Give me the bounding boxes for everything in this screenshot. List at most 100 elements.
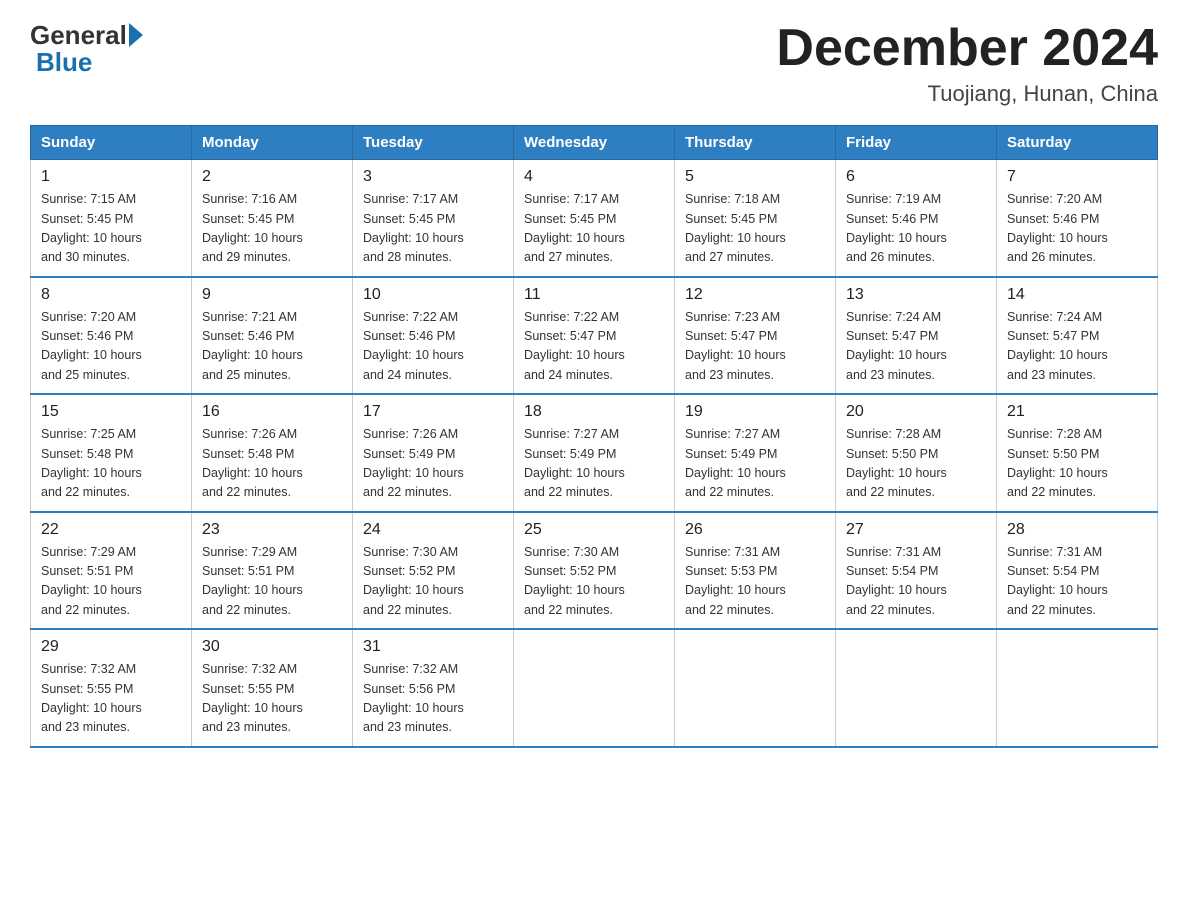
day-info: Sunrise: 7:30 AM Sunset: 5:52 PM Dayligh… [524, 543, 664, 621]
week-row-4: 22 Sunrise: 7:29 AM Sunset: 5:51 PM Dayl… [31, 512, 1158, 630]
day-info: Sunrise: 7:17 AM Sunset: 5:45 PM Dayligh… [363, 190, 503, 268]
day-number: 25 [524, 521, 664, 539]
day-info: Sunrise: 7:21 AM Sunset: 5:46 PM Dayligh… [202, 308, 342, 386]
day-number: 5 [685, 168, 825, 186]
calendar-cell: 22 Sunrise: 7:29 AM Sunset: 5:51 PM Dayl… [31, 512, 192, 630]
day-info: Sunrise: 7:26 AM Sunset: 5:48 PM Dayligh… [202, 425, 342, 503]
calendar-cell: 27 Sunrise: 7:31 AM Sunset: 5:54 PM Dayl… [836, 512, 997, 630]
day-header-thursday: Thursday [675, 126, 836, 160]
calendar-cell: 28 Sunrise: 7:31 AM Sunset: 5:54 PM Dayl… [997, 512, 1158, 630]
day-info: Sunrise: 7:24 AM Sunset: 5:47 PM Dayligh… [846, 308, 986, 386]
calendar-cell: 9 Sunrise: 7:21 AM Sunset: 5:46 PM Dayli… [192, 277, 353, 395]
day-header-friday: Friday [836, 126, 997, 160]
week-row-3: 15 Sunrise: 7:25 AM Sunset: 5:48 PM Dayl… [31, 394, 1158, 512]
day-number: 7 [1007, 168, 1147, 186]
day-info: Sunrise: 7:30 AM Sunset: 5:52 PM Dayligh… [363, 543, 503, 621]
title-section: December 2024 Tuojiang, Hunan, China [776, 20, 1158, 107]
day-number: 29 [41, 638, 181, 656]
day-number: 10 [363, 286, 503, 304]
week-row-5: 29 Sunrise: 7:32 AM Sunset: 5:55 PM Dayl… [31, 629, 1158, 747]
day-number: 12 [685, 286, 825, 304]
day-info: Sunrise: 7:18 AM Sunset: 5:45 PM Dayligh… [685, 190, 825, 268]
day-number: 18 [524, 403, 664, 421]
calendar-cell: 7 Sunrise: 7:20 AM Sunset: 5:46 PM Dayli… [997, 160, 1158, 277]
location-title: Tuojiang, Hunan, China [776, 81, 1158, 107]
day-info: Sunrise: 7:31 AM Sunset: 5:54 PM Dayligh… [846, 543, 986, 621]
day-number: 1 [41, 168, 181, 186]
calendar-cell: 17 Sunrise: 7:26 AM Sunset: 5:49 PM Dayl… [353, 394, 514, 512]
day-header-tuesday: Tuesday [353, 126, 514, 160]
day-info: Sunrise: 7:32 AM Sunset: 5:55 PM Dayligh… [41, 660, 181, 738]
day-info: Sunrise: 7:22 AM Sunset: 5:47 PM Dayligh… [524, 308, 664, 386]
day-info: Sunrise: 7:28 AM Sunset: 5:50 PM Dayligh… [846, 425, 986, 503]
day-info: Sunrise: 7:32 AM Sunset: 5:55 PM Dayligh… [202, 660, 342, 738]
calendar-cell: 29 Sunrise: 7:32 AM Sunset: 5:55 PM Dayl… [31, 629, 192, 747]
calendar-cell: 11 Sunrise: 7:22 AM Sunset: 5:47 PM Dayl… [514, 277, 675, 395]
day-info: Sunrise: 7:32 AM Sunset: 5:56 PM Dayligh… [363, 660, 503, 738]
days-header-row: SundayMondayTuesdayWednesdayThursdayFrid… [31, 126, 1158, 160]
day-number: 13 [846, 286, 986, 304]
calendar-cell: 31 Sunrise: 7:32 AM Sunset: 5:56 PM Dayl… [353, 629, 514, 747]
calendar-cell: 15 Sunrise: 7:25 AM Sunset: 5:48 PM Dayl… [31, 394, 192, 512]
day-info: Sunrise: 7:20 AM Sunset: 5:46 PM Dayligh… [41, 308, 181, 386]
day-number: 15 [41, 403, 181, 421]
day-header-wednesday: Wednesday [514, 126, 675, 160]
day-info: Sunrise: 7:27 AM Sunset: 5:49 PM Dayligh… [524, 425, 664, 503]
month-title: December 2024 [776, 20, 1158, 77]
day-number: 16 [202, 403, 342, 421]
day-number: 28 [1007, 521, 1147, 539]
day-info: Sunrise: 7:26 AM Sunset: 5:49 PM Dayligh… [363, 425, 503, 503]
day-number: 27 [846, 521, 986, 539]
day-number: 24 [363, 521, 503, 539]
day-number: 2 [202, 168, 342, 186]
day-info: Sunrise: 7:19 AM Sunset: 5:46 PM Dayligh… [846, 190, 986, 268]
calendar-cell: 30 Sunrise: 7:32 AM Sunset: 5:55 PM Dayl… [192, 629, 353, 747]
day-number: 31 [363, 638, 503, 656]
calendar-cell [836, 629, 997, 747]
calendar-cell: 14 Sunrise: 7:24 AM Sunset: 5:47 PM Dayl… [997, 277, 1158, 395]
day-number: 23 [202, 521, 342, 539]
day-info: Sunrise: 7:25 AM Sunset: 5:48 PM Dayligh… [41, 425, 181, 503]
calendar-cell: 16 Sunrise: 7:26 AM Sunset: 5:48 PM Dayl… [192, 394, 353, 512]
day-number: 19 [685, 403, 825, 421]
calendar-cell: 6 Sunrise: 7:19 AM Sunset: 5:46 PM Dayli… [836, 160, 997, 277]
calendar-cell [514, 629, 675, 747]
day-number: 11 [524, 286, 664, 304]
calendar-cell: 2 Sunrise: 7:16 AM Sunset: 5:45 PM Dayli… [192, 160, 353, 277]
calendar-cell: 12 Sunrise: 7:23 AM Sunset: 5:47 PM Dayl… [675, 277, 836, 395]
day-number: 21 [1007, 403, 1147, 421]
calendar-cell: 8 Sunrise: 7:20 AM Sunset: 5:46 PM Dayli… [31, 277, 192, 395]
calendar-cell: 5 Sunrise: 7:18 AM Sunset: 5:45 PM Dayli… [675, 160, 836, 277]
day-number: 30 [202, 638, 342, 656]
day-number: 26 [685, 521, 825, 539]
calendar-table: SundayMondayTuesdayWednesdayThursdayFrid… [30, 125, 1158, 748]
day-info: Sunrise: 7:29 AM Sunset: 5:51 PM Dayligh… [41, 543, 181, 621]
calendar-cell: 20 Sunrise: 7:28 AM Sunset: 5:50 PM Dayl… [836, 394, 997, 512]
calendar-cell: 23 Sunrise: 7:29 AM Sunset: 5:51 PM Dayl… [192, 512, 353, 630]
day-info: Sunrise: 7:15 AM Sunset: 5:45 PM Dayligh… [41, 190, 181, 268]
day-number: 14 [1007, 286, 1147, 304]
day-info: Sunrise: 7:20 AM Sunset: 5:46 PM Dayligh… [1007, 190, 1147, 268]
day-number: 9 [202, 286, 342, 304]
calendar-cell [997, 629, 1158, 747]
day-info: Sunrise: 7:31 AM Sunset: 5:54 PM Dayligh… [1007, 543, 1147, 621]
day-number: 3 [363, 168, 503, 186]
logo-arrow-icon [129, 23, 143, 47]
day-header-sunday: Sunday [31, 126, 192, 160]
day-info: Sunrise: 7:28 AM Sunset: 5:50 PM Dayligh… [1007, 425, 1147, 503]
day-number: 22 [41, 521, 181, 539]
day-info: Sunrise: 7:27 AM Sunset: 5:49 PM Dayligh… [685, 425, 825, 503]
day-info: Sunrise: 7:16 AM Sunset: 5:45 PM Dayligh… [202, 190, 342, 268]
day-number: 4 [524, 168, 664, 186]
calendar-cell [675, 629, 836, 747]
calendar-cell: 10 Sunrise: 7:22 AM Sunset: 5:46 PM Dayl… [353, 277, 514, 395]
logo: General Blue [30, 20, 143, 78]
calendar-cell: 21 Sunrise: 7:28 AM Sunset: 5:50 PM Dayl… [997, 394, 1158, 512]
calendar-cell: 3 Sunrise: 7:17 AM Sunset: 5:45 PM Dayli… [353, 160, 514, 277]
day-number: 8 [41, 286, 181, 304]
day-info: Sunrise: 7:22 AM Sunset: 5:46 PM Dayligh… [363, 308, 503, 386]
calendar-cell: 13 Sunrise: 7:24 AM Sunset: 5:47 PM Dayl… [836, 277, 997, 395]
day-number: 20 [846, 403, 986, 421]
day-number: 17 [363, 403, 503, 421]
calendar-cell: 25 Sunrise: 7:30 AM Sunset: 5:52 PM Dayl… [514, 512, 675, 630]
